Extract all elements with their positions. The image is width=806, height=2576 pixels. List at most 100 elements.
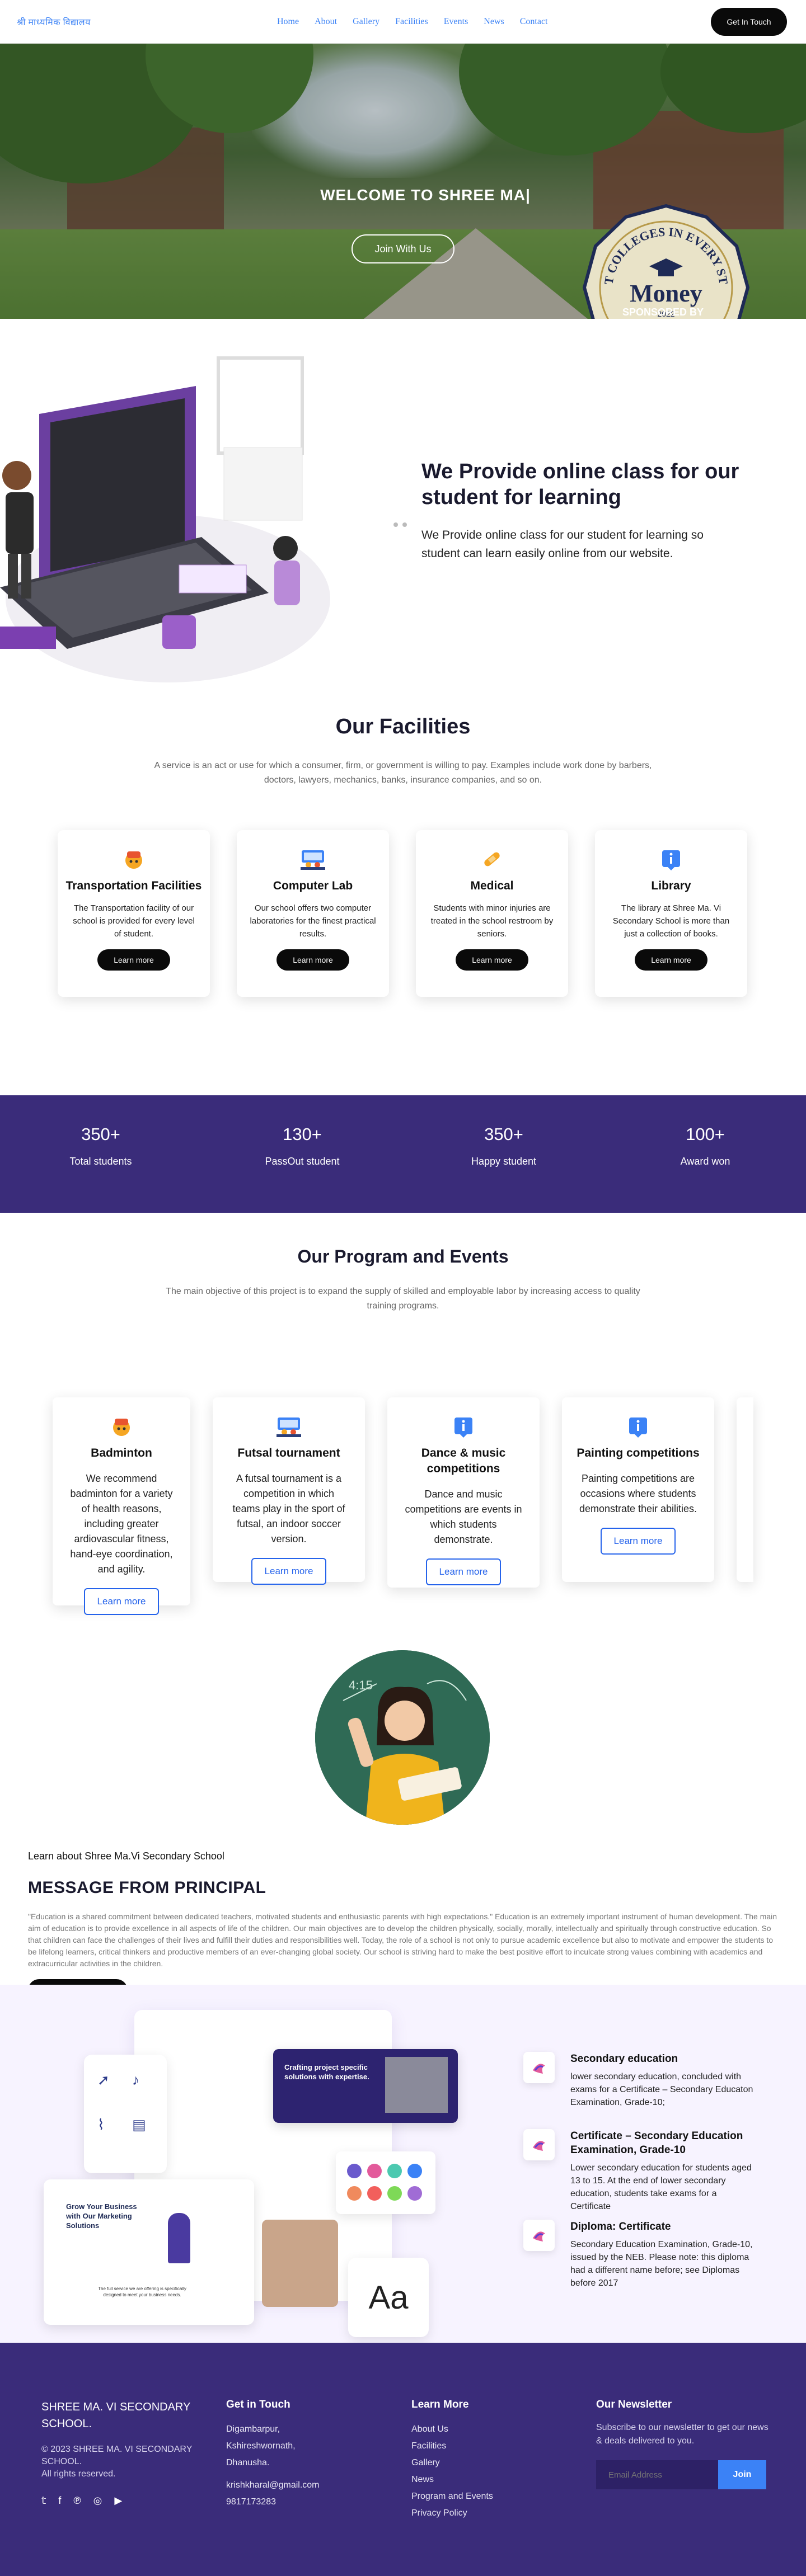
mockup-person — [168, 2213, 190, 2263]
footer-copyright: © 2023 SHREE MA. VI SECONDARY SCHOOL. — [41, 2445, 193, 2466]
bus-mascot-icon — [120, 846, 147, 873]
join-with-us-button[interactable]: Join With Us — [352, 234, 454, 263]
principal-message: "Education is a shared commitment betwee… — [28, 1912, 777, 1968]
nav-link-home[interactable]: Home — [277, 17, 299, 27]
footer-link-about[interactable]: About Us — [411, 2421, 546, 2438]
instagram-icon[interactable]: ◎ — [93, 2495, 102, 2507]
learn-more-button[interactable]: Learn more — [456, 949, 528, 971]
newsletter-text: Subscribe to our newsletter to get our n… — [596, 2423, 768, 2446]
nav-link-facilities[interactable]: Facilities — [395, 17, 428, 27]
svg-text:Money: Money — [630, 280, 702, 307]
learn-more-button[interactable]: Learn more — [601, 1528, 676, 1555]
mockup-landing-card: Grow Your Business with Our Marketing So… — [44, 2179, 254, 2325]
info-icon — [450, 1413, 477, 1440]
facility-text: Students with minor injuries are treated… — [430, 903, 554, 939]
stats-band: 350+ Total students 130+ PassOut student 3… — [0, 1095, 806, 1213]
footer-rights: All rights reserved. — [41, 2469, 116, 2479]
facebook-icon[interactable]: f — [58, 2495, 61, 2507]
document-icon: ▤ — [132, 2116, 146, 2133]
mockup-icon-card: ➚ ♪ ⌇ ▤ — [84, 2055, 167, 2173]
get-in-touch-button[interactable]: Get In Touch — [711, 8, 787, 36]
youtube-icon[interactable]: ▶ — [114, 2495, 122, 2507]
nav-link-contact[interactable]: Contact — [520, 17, 548, 27]
newsletter-email-input[interactable] — [596, 2460, 718, 2489]
learn-more-button[interactable]: Learn more — [277, 949, 349, 971]
course-title: Certificate – Secondary Education Examin… — [570, 2130, 743, 2156]
course-item: Secondary education lower secondary educ… — [523, 2052, 758, 2109]
stat-value: 350+ — [484, 1124, 523, 1144]
nav-link-events[interactable]: Events — [444, 17, 468, 27]
programs-subtitle: The main objective of this project is to… — [166, 1287, 640, 1311]
mockup-landing-heading: Grow Your Business with Our Marketing So… — [66, 2202, 137, 2230]
program-text: We recommend badminton for a variety of … — [70, 1473, 173, 1575]
facilities-section: Our Facilities A service is an act or us… — [0, 715, 806, 1095]
stat-item: 100+ Award won — [604, 1095, 806, 1213]
site-logo[interactable]: श्री माध्यमिक विद्यालय — [17, 16, 252, 28]
programs-title: Our Program and Events — [297, 1246, 509, 1266]
course-title: Diploma: Certificate — [570, 2221, 671, 2233]
course-icon — [523, 2129, 555, 2160]
stat-value: 130+ — [283, 1124, 322, 1144]
twitter-icon[interactable]: 𝕥 — [41, 2495, 46, 2507]
rocket-icon: ➚ — [97, 2071, 110, 2088]
program-title: Painting competitions — [577, 1447, 700, 1459]
program-card: Badminton We recommend badminton for a v… — [53, 1397, 190, 1615]
footer-link-news[interactable]: News — [411, 2471, 546, 2488]
nav-link-about[interactable]: About — [315, 17, 337, 27]
program-text: Painting competitions are occasions wher… — [579, 1473, 697, 1514]
principal-section: 4:15 Learn about Shree Ma.Vi Secondary S… — [0, 1638, 806, 2002]
newsletter-form: Join — [596, 2460, 775, 2489]
stat-label: Happy student — [471, 1156, 537, 1167]
learn-more-button[interactable]: Learn more — [84, 1588, 159, 1615]
pinterest-icon[interactable]: ℗ — [73, 2495, 81, 2507]
learn-more-button[interactable]: Learn more — [635, 949, 707, 971]
footer-address-line: Digambarpur, — [226, 2424, 280, 2434]
computer-lab-icon — [299, 846, 326, 873]
course-item: Certificate – Secondary Education Examin… — [523, 2129, 758, 2213]
footer-contact-title: Get in Touch — [226, 2399, 290, 2410]
stat-label: Total students — [69, 1156, 132, 1167]
facility-card: Medical Students with minor injuries are… — [416, 830, 568, 997]
footer-email[interactable]: krishkharal@gmail.com — [226, 2477, 360, 2494]
facilities-title: Our Facilities — [335, 715, 471, 738]
stat-item: 350+ Total students — [0, 1095, 202, 1213]
mockup-photo-card — [262, 2220, 338, 2307]
footer-address-line: Kshireshwornath, — [226, 2441, 296, 2451]
programs-section: Our Program and Events The main objectiv… — [0, 1213, 806, 1638]
online-class-title: We Provide online class for our student … — [421, 460, 739, 509]
program-card-partial — [737, 1397, 753, 1582]
course-title: Secondary education — [570, 2053, 678, 2065]
main-menu: Home About Gallery Facilities Events New… — [277, 17, 548, 27]
footer-contact: Get in Touch Digambarpur, Kshireshwornat… — [226, 2399, 360, 2511]
footer-phone[interactable]: 9817173283 — [226, 2494, 360, 2511]
learn-more-button[interactable]: Learn more — [251, 1558, 326, 1585]
learn-more-button[interactable]: Learn more — [426, 1558, 501, 1585]
program-card: Dance & music competitions Dance and mus… — [387, 1397, 540, 1588]
sponsored-by-text: SPONSORED BY — [622, 307, 704, 318]
program-title: Futsal tournament — [237, 1447, 340, 1459]
footer-link-privacy[interactable]: Privacy Policy — [411, 2505, 546, 2522]
nav-link-news[interactable]: News — [484, 17, 504, 27]
footer-address-line: Dhanusha. — [226, 2458, 270, 2467]
facility-title: Transportation Facilities — [65, 879, 202, 892]
footer-link-facilities[interactable]: Facilities — [411, 2438, 546, 2455]
stat-item: 350+ Happy student — [403, 1095, 604, 1213]
newsletter-join-button[interactable]: Join — [718, 2460, 766, 2489]
courses-section: ➚ ♪ ⌇ ▤ Crafting project specific soluti… — [0, 1985, 806, 2343]
mockup-landing-tagline: The full service we are offering is spec… — [98, 2286, 186, 2297]
facility-card: Library The library at Shree Ma. Vi Seco… — [595, 830, 747, 997]
stat-value: 100+ — [686, 1124, 725, 1144]
learn-more-button[interactable]: Learn more — [97, 949, 170, 971]
nav-link-gallery[interactable]: Gallery — [353, 17, 379, 27]
computer-lab-icon — [275, 1413, 302, 1440]
footer-brand-name: SHREE MA. VI SECONDARY SCHOOL. — [41, 2401, 190, 2430]
info-icon — [658, 846, 685, 873]
online-class-section: We Provide online class for our student … — [0, 319, 806, 715]
principal-title: MESSAGE FROM PRINCIPAL — [28, 1878, 266, 1897]
site-footer: SHREE MA. VI SECONDARY SCHOOL. © 2023 SH… — [0, 2343, 806, 2576]
footer-link-programs[interactable]: Program and Events — [411, 2488, 546, 2505]
program-title: Badminton — [91, 1447, 152, 1459]
slider-dots[interactable] — [393, 522, 407, 527]
footer-learn-title: Learn More — [411, 2399, 469, 2410]
footer-link-gallery[interactable]: Gallery — [411, 2455, 546, 2471]
